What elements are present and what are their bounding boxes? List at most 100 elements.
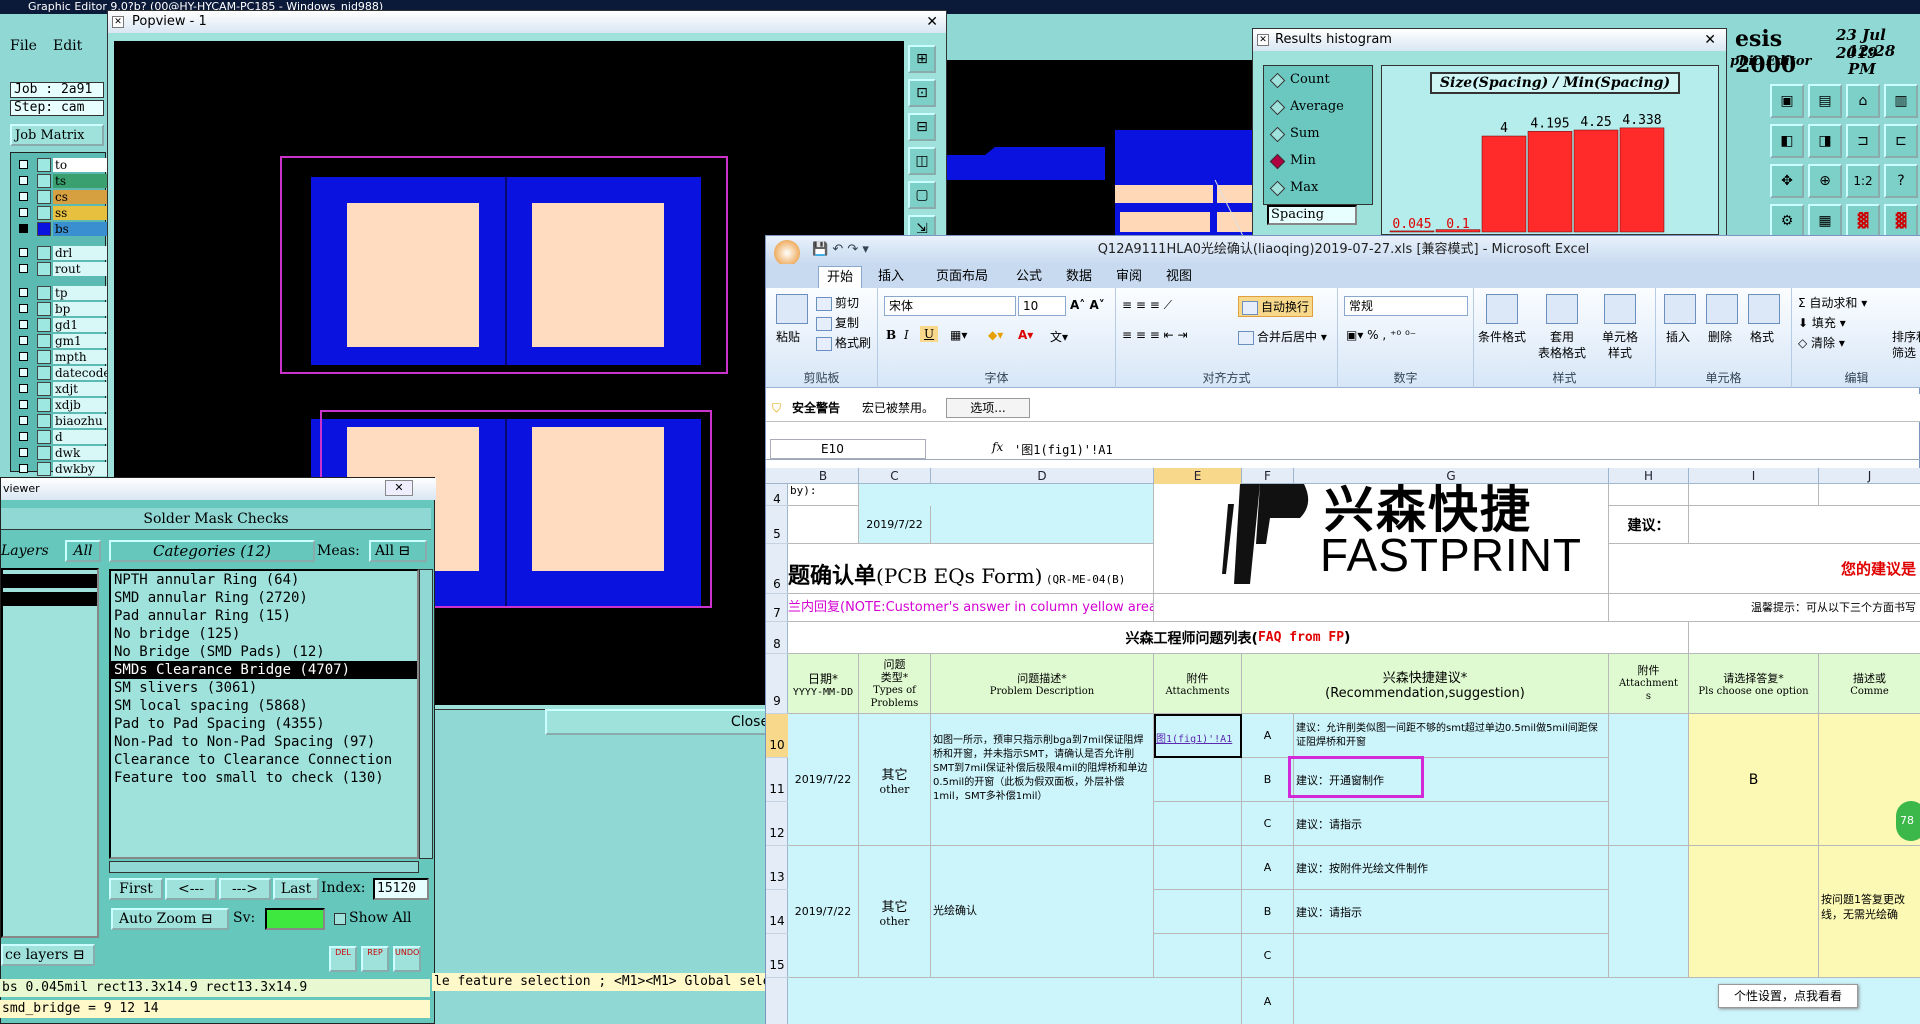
- category-item[interactable]: SMDs Clearance Bridge (4707): [111, 661, 417, 679]
- home-icon[interactable]: ⌂: [1846, 84, 1880, 118]
- tool-icon-7[interactable]: ⊐: [1846, 124, 1880, 158]
- layer-checkbox[interactable]: [19, 384, 28, 393]
- wrap-text-button[interactable]: 自动换行: [1238, 296, 1314, 317]
- cell-e13[interactable]: [1154, 846, 1242, 890]
- paste-button[interactable]: 粘贴: [776, 328, 800, 345]
- cell-b5[interactable]: [788, 506, 859, 544]
- histogram-close-icon[interactable]: ✕: [1704, 29, 1716, 51]
- layer-checkbox[interactable]: [19, 192, 28, 201]
- layer-checkbox[interactable]: [19, 352, 28, 361]
- layer-checkbox[interactable]: [19, 264, 28, 273]
- layer-checkbox[interactable]: [19, 208, 28, 217]
- tab-review[interactable]: 审阅: [1108, 266, 1150, 288]
- category-item[interactable]: Clearance to Clearance Connection: [111, 751, 417, 769]
- option-max[interactable]: Max: [1264, 174, 1372, 201]
- layer-row-cs[interactable]: cs: [15, 189, 109, 205]
- number-format-select[interactable]: 常规: [1344, 296, 1468, 316]
- option-count[interactable]: Count: [1264, 66, 1372, 93]
- valign-icons[interactable]: ≡ ≡ ≡ ⟋: [1122, 298, 1172, 313]
- tool-icon-1[interactable]: ▣: [1770, 84, 1804, 118]
- col-header-g[interactable]: G: [1294, 468, 1609, 484]
- cell-h4[interactable]: [1609, 484, 1689, 506]
- layer-row-gd1[interactable]: gd1: [15, 317, 109, 333]
- cell-e11[interactable]: [1154, 758, 1242, 802]
- layer-row-bp[interactable]: bp: [15, 301, 109, 317]
- layers-all-button[interactable]: All: [65, 540, 101, 562]
- next-button[interactable]: --->: [219, 878, 271, 900]
- category-item[interactable]: NPTH annular Ring (64): [111, 571, 417, 589]
- tool-icon-2[interactable]: ▤: [1808, 84, 1842, 118]
- tool-icon-6[interactable]: ◨: [1808, 124, 1842, 158]
- category-item[interactable]: No bridge (125): [111, 625, 417, 643]
- q1-option-c[interactable]: C: [1242, 802, 1294, 846]
- tool-icon-4[interactable]: ▥: [1884, 84, 1918, 118]
- worksheet-grid[interactable]: by): 2019/7/22 兴森快捷 FASTPRINT 建议： 题确认单(P…: [788, 484, 1920, 1024]
- layer-checkbox[interactable]: [19, 176, 28, 185]
- q2-attachment-2[interactable]: [1609, 846, 1689, 978]
- layer-checkbox[interactable]: [19, 448, 28, 457]
- delete-cells-icon[interactable]: [1706, 294, 1738, 324]
- q1-date[interactable]: 2019/7/22: [788, 714, 859, 846]
- tool-icon-5[interactable]: ◧: [1770, 124, 1804, 158]
- tab-home[interactable]: 开始: [818, 266, 863, 288]
- font-name-select[interactable]: 宋体: [884, 296, 1016, 316]
- last-button[interactable]: Last: [273, 878, 319, 900]
- layer-row-d[interactable]: d: [15, 429, 109, 445]
- pan-icon[interactable]: ◫: [908, 147, 936, 175]
- row-header-12[interactable]: 12: [766, 802, 788, 846]
- italic-icon[interactable]: I: [904, 328, 909, 342]
- q2-suggestion-a[interactable]: 建议：按附件光绘文件制作: [1294, 846, 1609, 890]
- q1-option-b[interactable]: B: [1242, 758, 1294, 802]
- undo-icon[interactable]: UNDO: [393, 946, 421, 972]
- tab-insert[interactable]: 插入: [870, 266, 912, 288]
- layer-checkbox[interactable]: [19, 320, 28, 329]
- layer-checkbox[interactable]: [19, 304, 28, 313]
- underline-icon[interactable]: U: [920, 326, 939, 342]
- col-header-d[interactable]: D: [931, 468, 1154, 484]
- categories-list[interactable]: NPTH annular Ring (64) SMD annular Ring (…: [109, 569, 419, 859]
- fill-color-icon[interactable]: ◆▾: [988, 328, 1003, 342]
- q2-suggestion-c[interactable]: [1294, 934, 1609, 978]
- cell-style-label-2[interactable]: 样式: [1608, 344, 1632, 361]
- grow-shrink-font-icons[interactable]: A˄ A˅: [1070, 298, 1105, 312]
- q1-attachment-link[interactable]: 图1(fig1)'!A1: [1154, 714, 1242, 758]
- q2-option-c[interactable]: C: [1242, 934, 1294, 978]
- q2-answer[interactable]: [1689, 846, 1819, 978]
- cut-button[interactable]: 剪切: [816, 294, 859, 311]
- tool-icon-16[interactable]: ▓: [1884, 204, 1918, 238]
- row-header-5[interactable]: 5: [766, 506, 788, 544]
- insert-cells-button[interactable]: 插入: [1666, 328, 1690, 345]
- format-painter-button[interactable]: 格式刷: [816, 334, 871, 351]
- clear-button[interactable]: ◇ 清除 ▾: [1798, 334, 1845, 351]
- zoom-fit-icon[interactable]: ⊞: [908, 45, 936, 73]
- tool-icon-13[interactable]: ⚙: [1770, 204, 1804, 238]
- cell-c5[interactable]: 2019/7/22: [859, 506, 931, 544]
- format-cells-button[interactable]: 格式: [1750, 328, 1774, 345]
- col-header-h[interactable]: H: [1609, 468, 1689, 484]
- sort-filter-label-2[interactable]: 筛选: [1892, 344, 1916, 361]
- option-min[interactable]: Min: [1264, 147, 1372, 174]
- category-item[interactable]: SM local spacing (5868): [111, 697, 417, 715]
- layer-row-drl[interactable]: drl: [15, 245, 109, 261]
- merge-center-button[interactable]: 合并后居中 ▾: [1238, 328, 1327, 345]
- help-icon[interactable]: ?: [1884, 164, 1918, 198]
- menu-edit[interactable]: Edit: [53, 38, 82, 54]
- zoom-in-icon[interactable]: ⊡: [908, 79, 936, 107]
- zoom-out-icon[interactable]: ⊟: [908, 113, 936, 141]
- layer-row-rout[interactable]: rout: [15, 261, 109, 277]
- q2-suggestion-b[interactable]: 建议：请指示: [1294, 890, 1609, 934]
- layer-checkbox[interactable]: [19, 288, 28, 297]
- prev-button[interactable]: <---: [165, 878, 217, 900]
- q1-attachment-2[interactable]: [1609, 714, 1689, 846]
- job-matrix-button[interactable]: Job Matrix: [10, 124, 104, 146]
- cell-e7[interactable]: [1154, 594, 1609, 622]
- font-size-select[interactable]: 10: [1018, 296, 1066, 316]
- layer-checkbox[interactable]: [19, 248, 28, 257]
- row-header-14[interactable]: 14: [766, 890, 788, 934]
- layer-row-datecode[interactable]: datecode: [15, 365, 109, 381]
- redraw-icon[interactable]: ▢: [908, 181, 936, 209]
- security-options-button[interactable]: 选项...: [946, 398, 1030, 418]
- fx-icon[interactable]: fx: [992, 440, 1003, 454]
- tab-data[interactable]: 数据: [1058, 266, 1100, 288]
- layers-footer-button[interactable]: ce layers ⊟: [1, 944, 95, 966]
